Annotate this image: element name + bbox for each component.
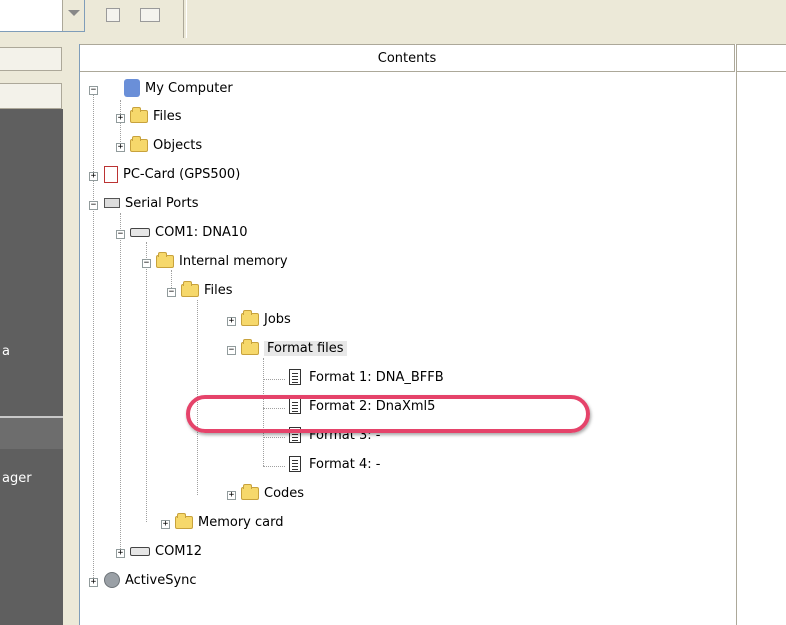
- tree-line: [120, 213, 121, 551]
- tree-node-format1[interactable]: Format 1: DNA_BFFB: [286, 367, 444, 389]
- activesync-icon: [104, 572, 120, 588]
- combo-dropdown-button[interactable]: [62, 0, 84, 31]
- left-item-manager[interactable]: ager: [2, 471, 32, 486]
- toolbar-details-icon[interactable]: [140, 8, 160, 22]
- right-panel: [736, 44, 786, 625]
- tree-node-label: Format 1: DNA_BFFB: [309, 370, 444, 385]
- folder-icon: [156, 251, 174, 268]
- left-panel: a ager: [0, 47, 64, 625]
- tree-node-activesync[interactable]: ActiveSync: [104, 570, 197, 592]
- left-band: [0, 418, 63, 449]
- tree-node-memory-card[interactable]: Memory card: [175, 512, 283, 534]
- tree-node-label: Jobs: [264, 312, 291, 327]
- contents-panel: Contents: [79, 44, 736, 625]
- tree-node-label: ActiveSync: [125, 573, 197, 588]
- tree-node-label: COM1: DNA10: [155, 225, 248, 240]
- tree-line: [93, 94, 94, 580]
- tree-line: [263, 466, 285, 467]
- collapse-icon[interactable]: −: [227, 346, 236, 355]
- tree-node-label: Objects: [153, 138, 203, 153]
- tree-node-label: Internal memory: [179, 254, 288, 269]
- toolbar: [0, 0, 786, 42]
- folder-icon: [241, 483, 259, 500]
- tree-node-format4[interactable]: Format 4: -: [286, 454, 380, 476]
- folder-icon: [175, 512, 193, 529]
- pc-card-icon: [104, 165, 118, 183]
- tree-line: [263, 379, 285, 380]
- collapse-icon[interactable]: −: [142, 259, 151, 268]
- expand-icon[interactable]: +: [116, 114, 125, 123]
- tree-node-label: Files: [204, 283, 233, 298]
- expand-icon[interactable]: +: [227, 491, 236, 500]
- document-icon: [289, 456, 301, 472]
- tree-node-jobs[interactable]: Jobs: [241, 309, 291, 331]
- folder-icon: [130, 106, 148, 123]
- expand-icon[interactable]: +: [116, 143, 125, 152]
- tree-node-serial-ports[interactable]: Serial Ports: [104, 193, 198, 215]
- device-icon: [130, 546, 150, 556]
- collapse-icon[interactable]: −: [167, 288, 176, 297]
- tree-node-label: Format 4: -: [309, 457, 381, 472]
- tree-node-pc-card[interactable]: PC-Card (GPS500): [104, 164, 240, 186]
- tree-node-com1[interactable]: COM1: DNA10: [130, 222, 247, 244]
- tree-line: [263, 437, 285, 438]
- tree-node-label: PC-Card (GPS500): [123, 167, 241, 182]
- folder-icon: [130, 135, 148, 152]
- left-panel-body: [0, 109, 63, 625]
- collapse-icon[interactable]: −: [89, 86, 98, 95]
- tree-node-label: COM12: [155, 544, 203, 559]
- device-icon: [130, 227, 150, 237]
- folder-icon: [181, 280, 199, 297]
- tree-node-objects[interactable]: Objects: [130, 135, 202, 157]
- expand-icon[interactable]: +: [227, 317, 236, 326]
- toolbar-divider: [183, 0, 187, 38]
- tree-node-format-files[interactable]: Format files: [241, 338, 347, 360]
- highlight-ring: [186, 395, 590, 433]
- expand-icon[interactable]: +: [89, 172, 98, 181]
- tree-node-label: Memory card: [198, 515, 284, 530]
- left-panel-subheader[interactable]: [0, 83, 62, 109]
- computer-icon: [124, 79, 140, 97]
- tree-node-com12[interactable]: COM12: [130, 541, 202, 563]
- contents-header[interactable]: Contents: [80, 44, 735, 72]
- collapse-icon[interactable]: −: [116, 230, 125, 239]
- tree-node-label: Codes: [264, 486, 305, 501]
- tree-node-my-computer[interactable]: My Computer: [124, 78, 233, 100]
- left-panel-header[interactable]: [0, 47, 62, 71]
- collapse-icon[interactable]: −: [89, 201, 98, 210]
- right-panel-header[interactable]: [737, 44, 786, 72]
- expand-icon[interactable]: +: [161, 520, 170, 529]
- tree-node-codes[interactable]: Codes: [241, 483, 304, 505]
- expand-icon[interactable]: +: [89, 578, 98, 587]
- toolbar-view-icon[interactable]: [106, 8, 120, 22]
- tree-line: [146, 242, 147, 522]
- tree-node-files-sub[interactable]: Files: [181, 280, 233, 302]
- tree-node-label: Files: [153, 109, 182, 124]
- tree-node-files[interactable]: Files: [130, 106, 182, 128]
- left-item-a[interactable]: a: [2, 344, 10, 359]
- tree-node-label: Serial Ports: [125, 196, 199, 211]
- expand-icon[interactable]: +: [116, 549, 125, 558]
- document-icon: [289, 369, 301, 385]
- tree-node-internal-memory[interactable]: Internal memory: [156, 251, 288, 273]
- tree-node-label: My Computer: [145, 81, 233, 96]
- tree-node-label: Format files: [264, 341, 347, 356]
- folder-open-icon: [241, 338, 259, 355]
- folder-icon: [241, 309, 259, 326]
- serial-port-icon: [104, 198, 120, 208]
